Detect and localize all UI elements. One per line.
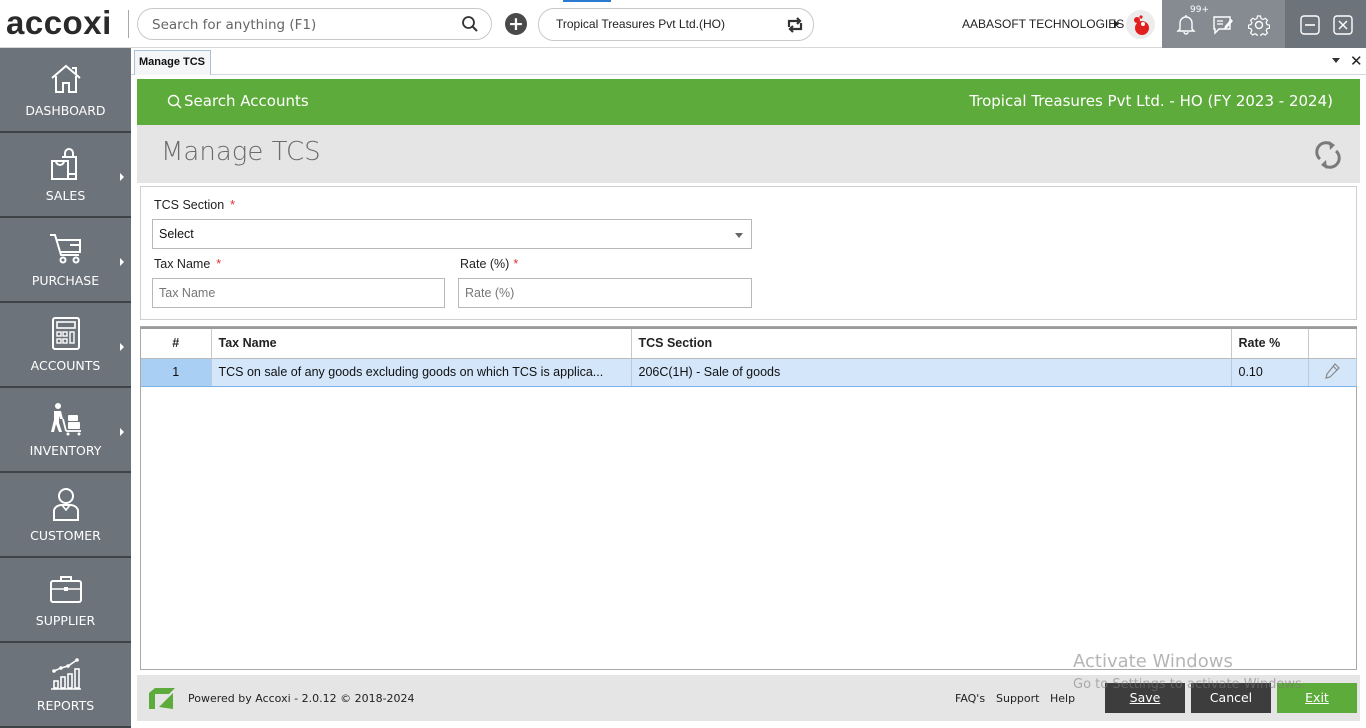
avatar[interactable]: [1126, 10, 1155, 39]
switch-company-icon[interactable]: [785, 15, 805, 39]
sidebar-item-label: SALES: [45, 188, 86, 203]
sidebar-item-label: PURCHASE: [31, 273, 100, 288]
submenu-arrow-icon: [120, 258, 124, 266]
column-header-tcs-section[interactable]: TCS Section: [631, 327, 1232, 359]
trolley-worker-icon: [48, 402, 84, 436]
close-icon[interactable]: [1333, 15, 1353, 39]
column-header-index[interactable]: #: [141, 327, 212, 359]
activate-windows-subtitle: Go to Settings to activate Windows.: [1073, 677, 1306, 692]
chart-icon: [48, 657, 84, 691]
sidebar-item-label: SUPPLIER: [35, 613, 96, 628]
required-marker: *: [513, 257, 519, 271]
chat-edit-icon[interactable]: [1212, 14, 1234, 40]
required-marker: *: [216, 257, 222, 271]
close-tab-icon[interactable]: ✕: [1350, 52, 1363, 70]
active-indicator: [563, 0, 611, 2]
window-controls: [1285, 0, 1366, 48]
sidebar-item-label: CUSTOMER: [30, 528, 101, 543]
gear-icon[interactable]: [1247, 14, 1271, 40]
sidebar-item-accounts[interactable]: ACCOUNTS: [0, 303, 131, 388]
add-icon[interactable]: +: [505, 13, 527, 35]
tcs-form: TCS Section* Select Tax Name* Rate (%)*: [140, 186, 1357, 320]
row-edit-cell[interactable]: [1308, 358, 1357, 387]
row-rate: 0.10: [1231, 358, 1309, 387]
rate-input[interactable]: [458, 278, 752, 308]
bell-icon[interactable]: [1176, 13, 1196, 39]
organization-caret-icon[interactable]: [1114, 20, 1119, 28]
tcs-table: # Tax Name TCS Section Rate % 1 TCS on s…: [140, 326, 1357, 670]
activate-windows-title: Activate Windows: [1073, 651, 1233, 672]
search-accounts-link[interactable]: Search Accounts: [184, 92, 309, 110]
context-header: Search Accounts Tropical Treasures Pvt L…: [137, 79, 1360, 125]
support-link[interactable]: Support: [996, 692, 1039, 705]
tcs-section-value: Select: [159, 227, 194, 241]
tcs-section-select[interactable]: Select: [152, 219, 752, 249]
page-title: Manage TCS: [161, 137, 321, 167]
shopping-bags-icon: [48, 147, 84, 181]
submenu-arrow-icon: [120, 343, 124, 351]
sidebar-item-label: REPORTS: [36, 698, 95, 713]
row-tcs-section: 206C(1H) - Sale of goods: [631, 358, 1232, 387]
tab-list-dropdown-icon[interactable]: [1332, 58, 1340, 63]
organization-name[interactable]: AABASOFT TECHNOLOGIES: [962, 17, 1124, 31]
chevron-down-icon[interactable]: [735, 233, 743, 238]
submenu-arrow-icon: [120, 173, 124, 181]
tax-name-label: Tax Name *: [154, 257, 222, 271]
logo-text: accoxi: [6, 4, 112, 41]
user-icon: [48, 487, 84, 521]
page-title-bar: Manage TCS: [137, 125, 1360, 183]
faq-link[interactable]: FAQ's: [955, 692, 985, 705]
sidebar-item-sales[interactable]: SALES: [0, 133, 131, 218]
calculator-icon: [48, 317, 84, 351]
cart-icon: [48, 232, 84, 266]
accoxi-logo[interactable]: accoxi: [6, 4, 112, 42]
column-header-actions: [1308, 327, 1357, 359]
sidebar-item-customer[interactable]: CUSTOMER: [0, 473, 131, 558]
help-link[interactable]: Help: [1050, 692, 1075, 705]
required-marker: *: [230, 198, 236, 212]
tcs-section-label: TCS Section *: [154, 198, 236, 212]
minimize-icon[interactable]: [1300, 15, 1320, 39]
tab-manage-tcs[interactable]: Manage TCS: [134, 50, 211, 75]
sidebar-item-label: INVENTORY: [29, 443, 102, 458]
pencil-icon[interactable]: [1324, 362, 1340, 382]
global-search[interactable]: [137, 8, 492, 40]
row-tax-name: TCS on sale of any goods excluding goods…: [211, 358, 632, 387]
sidebar-item-dashboard[interactable]: DASHBOARD: [0, 48, 131, 133]
row-index: 1: [141, 358, 212, 387]
tab-strip: Manage TCS: [131, 48, 1366, 75]
accoxi-footer-logo-icon: [147, 687, 179, 715]
sidebar-item-label: DASHBOARD: [25, 103, 106, 118]
logo-divider: [128, 10, 129, 38]
sidebar-item-inventory[interactable]: INVENTORY: [0, 388, 131, 473]
column-header-tax-name[interactable]: Tax Name: [211, 327, 632, 359]
sidebar-item-purchase[interactable]: PURCHASE: [0, 218, 131, 303]
home-icon: [48, 62, 84, 96]
table-header-row: # Tax Name TCS Section Rate %: [141, 327, 1357, 359]
column-header-rate[interactable]: Rate %: [1231, 327, 1309, 359]
submenu-arrow-icon: [120, 428, 124, 436]
sidebar-item-reports[interactable]: REPORTS: [0, 643, 131, 728]
powered-by-text: Powered by Accoxi - 2.0.12 © 2018-2024: [188, 692, 415, 705]
briefcase-icon: [48, 572, 84, 606]
table-row[interactable]: 1 TCS on sale of any goods excluding goo…: [141, 358, 1357, 387]
top-bar: accoxi + Tropical Treasures Pvt Ltd.(HO)…: [0, 0, 1366, 48]
company-selector[interactable]: Tropical Treasures Pvt Ltd.(HO): [538, 8, 814, 41]
rate-label: Rate (%) *: [460, 257, 519, 271]
global-search-input[interactable]: [152, 15, 452, 35]
company-fy-label: Tropical Treasures Pvt Ltd. - HO (FY 202…: [969, 92, 1333, 110]
sidebar-item-supplier[interactable]: SUPPLIER: [0, 558, 131, 643]
refresh-icon[interactable]: [1314, 139, 1342, 175]
search-icon[interactable]: [461, 15, 479, 37]
tax-name-input[interactable]: [152, 278, 445, 308]
sidebar: DASHBOARD SALES PURCHASE ACCOUNTS INVENT…: [0, 48, 131, 728]
sidebar-item-label: ACCOUNTS: [30, 358, 101, 373]
search-accounts-icon[interactable]: [167, 94, 182, 113]
company-selector-label: Tropical Treasures Pvt Ltd.(HO): [556, 17, 725, 31]
